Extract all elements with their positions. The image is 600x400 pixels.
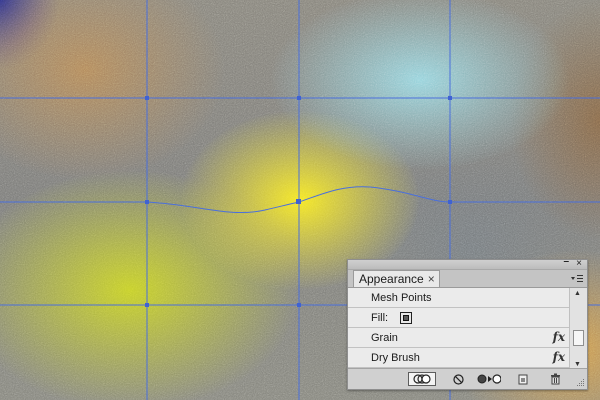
row-label: Fill: bbox=[371, 311, 389, 324]
appearance-panel: – × Appearance × Mesh Points Fill: Grain… bbox=[347, 256, 588, 390]
tab-appearance[interactable]: Appearance × bbox=[353, 270, 440, 287]
list-item-grain[interactable]: Grain fx bbox=[348, 328, 569, 348]
list-item-fill[interactable]: Fill: bbox=[348, 308, 569, 328]
new-art-basic-appearance-button[interactable] bbox=[408, 372, 436, 386]
mesh-anchor-point bbox=[145, 303, 149, 307]
row-label: Mesh Points bbox=[371, 291, 432, 304]
scroll-down-icon[interactable]: ▼ bbox=[574, 361, 581, 368]
list-item-dry-brush[interactable]: Dry Brush fx bbox=[348, 348, 569, 368]
reduce-to-basic-appearance-button[interactable] bbox=[475, 372, 503, 386]
close-panel-button[interactable]: × bbox=[576, 258, 582, 270]
resize-grip-icon[interactable] bbox=[577, 379, 585, 387]
fx-effect-icon[interactable]: fx bbox=[553, 330, 565, 344]
mesh-anchor-point bbox=[448, 200, 452, 204]
scroll-thumb[interactable] bbox=[573, 330, 584, 346]
panel-title-bar[interactable]: – × bbox=[348, 256, 587, 270]
collapse-button[interactable]: – bbox=[563, 256, 569, 268]
row-label: Dry Brush bbox=[371, 351, 420, 364]
delete-item-icon bbox=[550, 373, 560, 385]
appearance-list: Mesh Points Fill: Grain fx Dry Brush fx bbox=[348, 288, 569, 370]
delete-item-button[interactable] bbox=[548, 372, 562, 386]
mesh-anchor-point bbox=[297, 96, 301, 100]
list-item-mesh-points[interactable]: Mesh Points bbox=[348, 288, 569, 308]
clear-appearance-button[interactable] bbox=[451, 372, 465, 386]
scroll-up-icon[interactable]: ▲ bbox=[574, 290, 581, 297]
fx-effect-icon[interactable]: fx bbox=[553, 350, 565, 364]
panel-tab-bar: Appearance × bbox=[348, 270, 587, 288]
duplicate-item-button[interactable] bbox=[516, 372, 530, 386]
row-label: Grain bbox=[371, 331, 398, 344]
mesh-anchor-point bbox=[297, 303, 301, 307]
tab-close-icon[interactable]: × bbox=[428, 271, 435, 287]
panel-scrollbar[interactable]: ▲ ▼ bbox=[569, 288, 587, 370]
mesh-anchor-point bbox=[145, 96, 149, 100]
panel-menu-icon[interactable] bbox=[571, 274, 583, 284]
clear-appearance-icon bbox=[452, 373, 464, 385]
fill-swatch-icon[interactable] bbox=[400, 311, 413, 324]
mesh-anchor-point bbox=[296, 199, 301, 204]
mesh-anchor-point bbox=[145, 200, 149, 204]
duplicate-item-icon bbox=[518, 374, 527, 384]
new-art-has-basic-appearance-icon bbox=[413, 374, 431, 384]
mesh-anchor-point bbox=[448, 96, 452, 100]
panel-footer-toolbar bbox=[348, 368, 587, 389]
tab-label: Appearance bbox=[359, 272, 424, 286]
reduce-to-basic-appearance-icon bbox=[477, 374, 501, 384]
